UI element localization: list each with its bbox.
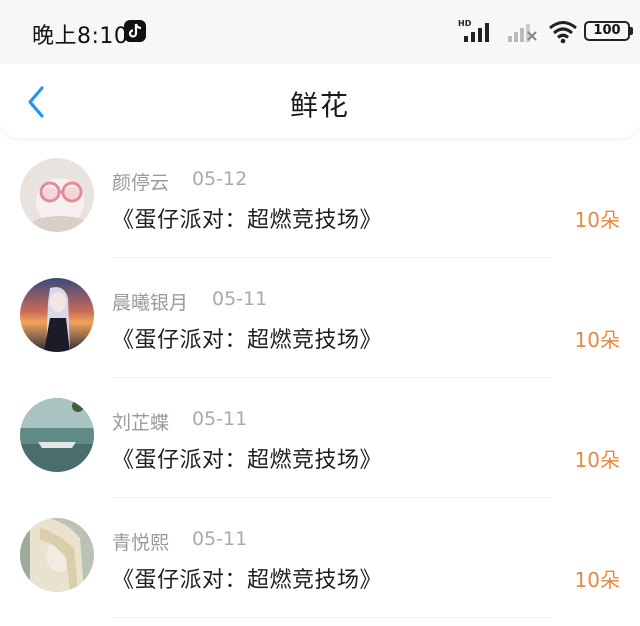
post-date: 05-11 bbox=[212, 288, 268, 310]
user-name[interactable]: 晨曦银月 bbox=[112, 288, 188, 315]
tiktok-icon bbox=[124, 20, 146, 42]
status-time: 晚上8:10 bbox=[32, 24, 129, 49]
avatar[interactable] bbox=[20, 398, 94, 472]
avatar[interactable] bbox=[20, 278, 94, 352]
nav-header: 鲜花 bbox=[0, 64, 640, 138]
user-name[interactable]: 颜停云 bbox=[112, 168, 169, 195]
post-date: 05-11 bbox=[192, 528, 248, 550]
gift-count: 10朵 bbox=[574, 568, 620, 592]
battery-tip bbox=[630, 27, 633, 35]
user-name[interactable]: 青悦熙 bbox=[112, 528, 169, 555]
status-bar: 晚上8:10 HD 100 bbox=[0, 0, 640, 64]
gift-title: 《蛋仔派对：超燃竞技场》 bbox=[112, 568, 383, 593]
battery-icon: 100 bbox=[584, 21, 630, 41]
gift-count: 10朵 bbox=[574, 448, 620, 472]
avatar[interactable] bbox=[20, 158, 94, 232]
gift-count: 10朵 bbox=[574, 328, 620, 352]
gift-count: 10朵 bbox=[574, 208, 620, 232]
list-item[interactable]: 刘芷蝶 05-11 《蛋仔派对：超燃竞技场》 10朵 bbox=[0, 378, 640, 498]
list-item[interactable]: 颜停云 05-12 《蛋仔派对：超燃竞技场》 10朵 bbox=[0, 138, 640, 258]
wifi-icon bbox=[548, 20, 578, 44]
gift-title: 《蛋仔派对：超燃竞技场》 bbox=[112, 448, 383, 473]
list-item[interactable]: 青悦熙 05-11 《蛋仔派对：超燃竞技场》 10朵 bbox=[0, 498, 640, 618]
battery-level: 100 bbox=[593, 23, 621, 38]
post-date: 05-12 bbox=[192, 168, 248, 190]
avatar[interactable] bbox=[20, 518, 94, 592]
post-date: 05-11 bbox=[192, 408, 248, 430]
gift-title: 《蛋仔派对：超燃竞技场》 bbox=[112, 328, 383, 353]
network-label: HD bbox=[458, 19, 472, 28]
page-title: 鲜花 bbox=[289, 89, 350, 122]
user-name[interactable]: 刘芷蝶 bbox=[112, 408, 169, 435]
row-divider bbox=[112, 617, 552, 618]
list-item[interactable]: 晨曦银月 05-11 《蛋仔派对：超燃竞技场》 10朵 bbox=[0, 258, 640, 378]
signal-icon bbox=[506, 18, 538, 44]
hd-signal-icon: HD bbox=[458, 18, 498, 44]
gift-title: 《蛋仔派对：超燃竞技场》 bbox=[112, 208, 383, 233]
